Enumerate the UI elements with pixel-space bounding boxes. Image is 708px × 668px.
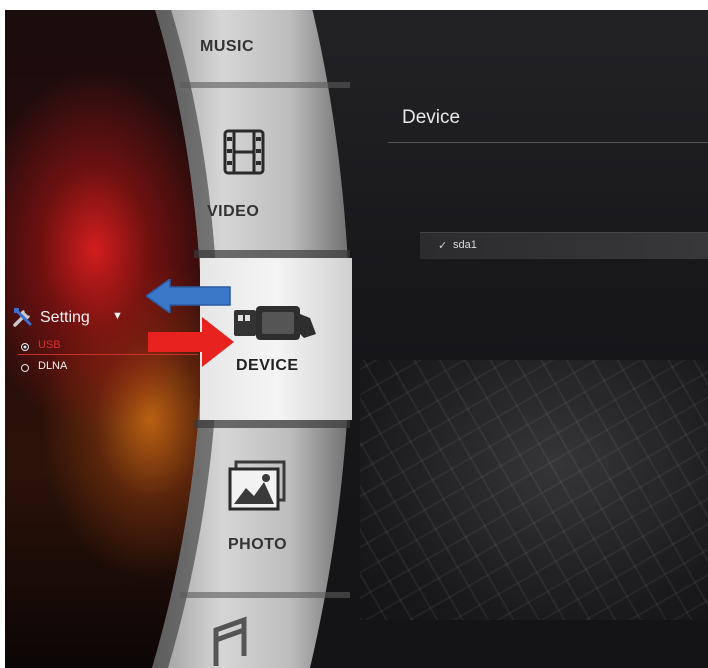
photo-icon [228, 460, 286, 511]
usb-plug-icon [234, 306, 316, 340]
screenshot-frame-left [0, 0, 5, 668]
blue-left-arrow-icon [146, 279, 231, 313]
dlna-option-label[interactable]: DLNA [38, 360, 67, 372]
menu-item-video[interactable]: VIDEO [207, 203, 259, 221]
menu-item-device[interactable]: DEVICE [236, 357, 299, 375]
device-list-item[interactable]: ✓ sda1 [420, 232, 708, 260]
menu-separator [180, 592, 350, 598]
dlna-radio[interactable] [21, 364, 29, 372]
film-icon [223, 129, 265, 175]
device-name: sda1 [453, 239, 477, 251]
caret-down-icon: ▼ [112, 310, 123, 322]
media-player-screen: MUSIC VIDEO DEVICE PHOTO Device ✓ sda1 S… [0, 0, 708, 668]
menu-item-photo[interactable]: PHOTO [228, 536, 287, 554]
menu-separator [180, 82, 350, 88]
music-note-icon [213, 616, 247, 666]
page-title: Device [402, 107, 461, 128]
check-icon: ✓ [438, 240, 448, 252]
menu-item-music[interactable]: MUSIC [200, 38, 254, 56]
usb-option-label[interactable]: USB [38, 339, 61, 351]
menu-separator [194, 250, 350, 258]
title-divider [388, 142, 708, 143]
setting-label: Setting [40, 309, 90, 326]
red-right-arrow-icon [148, 317, 234, 367]
screenshot-frame-top [0, 0, 708, 10]
perspective-floor-decoration [360, 360, 708, 620]
tools-icon [13, 308, 32, 327]
menu-separator [194, 420, 350, 428]
usb-radio[interactable] [21, 343, 29, 351]
